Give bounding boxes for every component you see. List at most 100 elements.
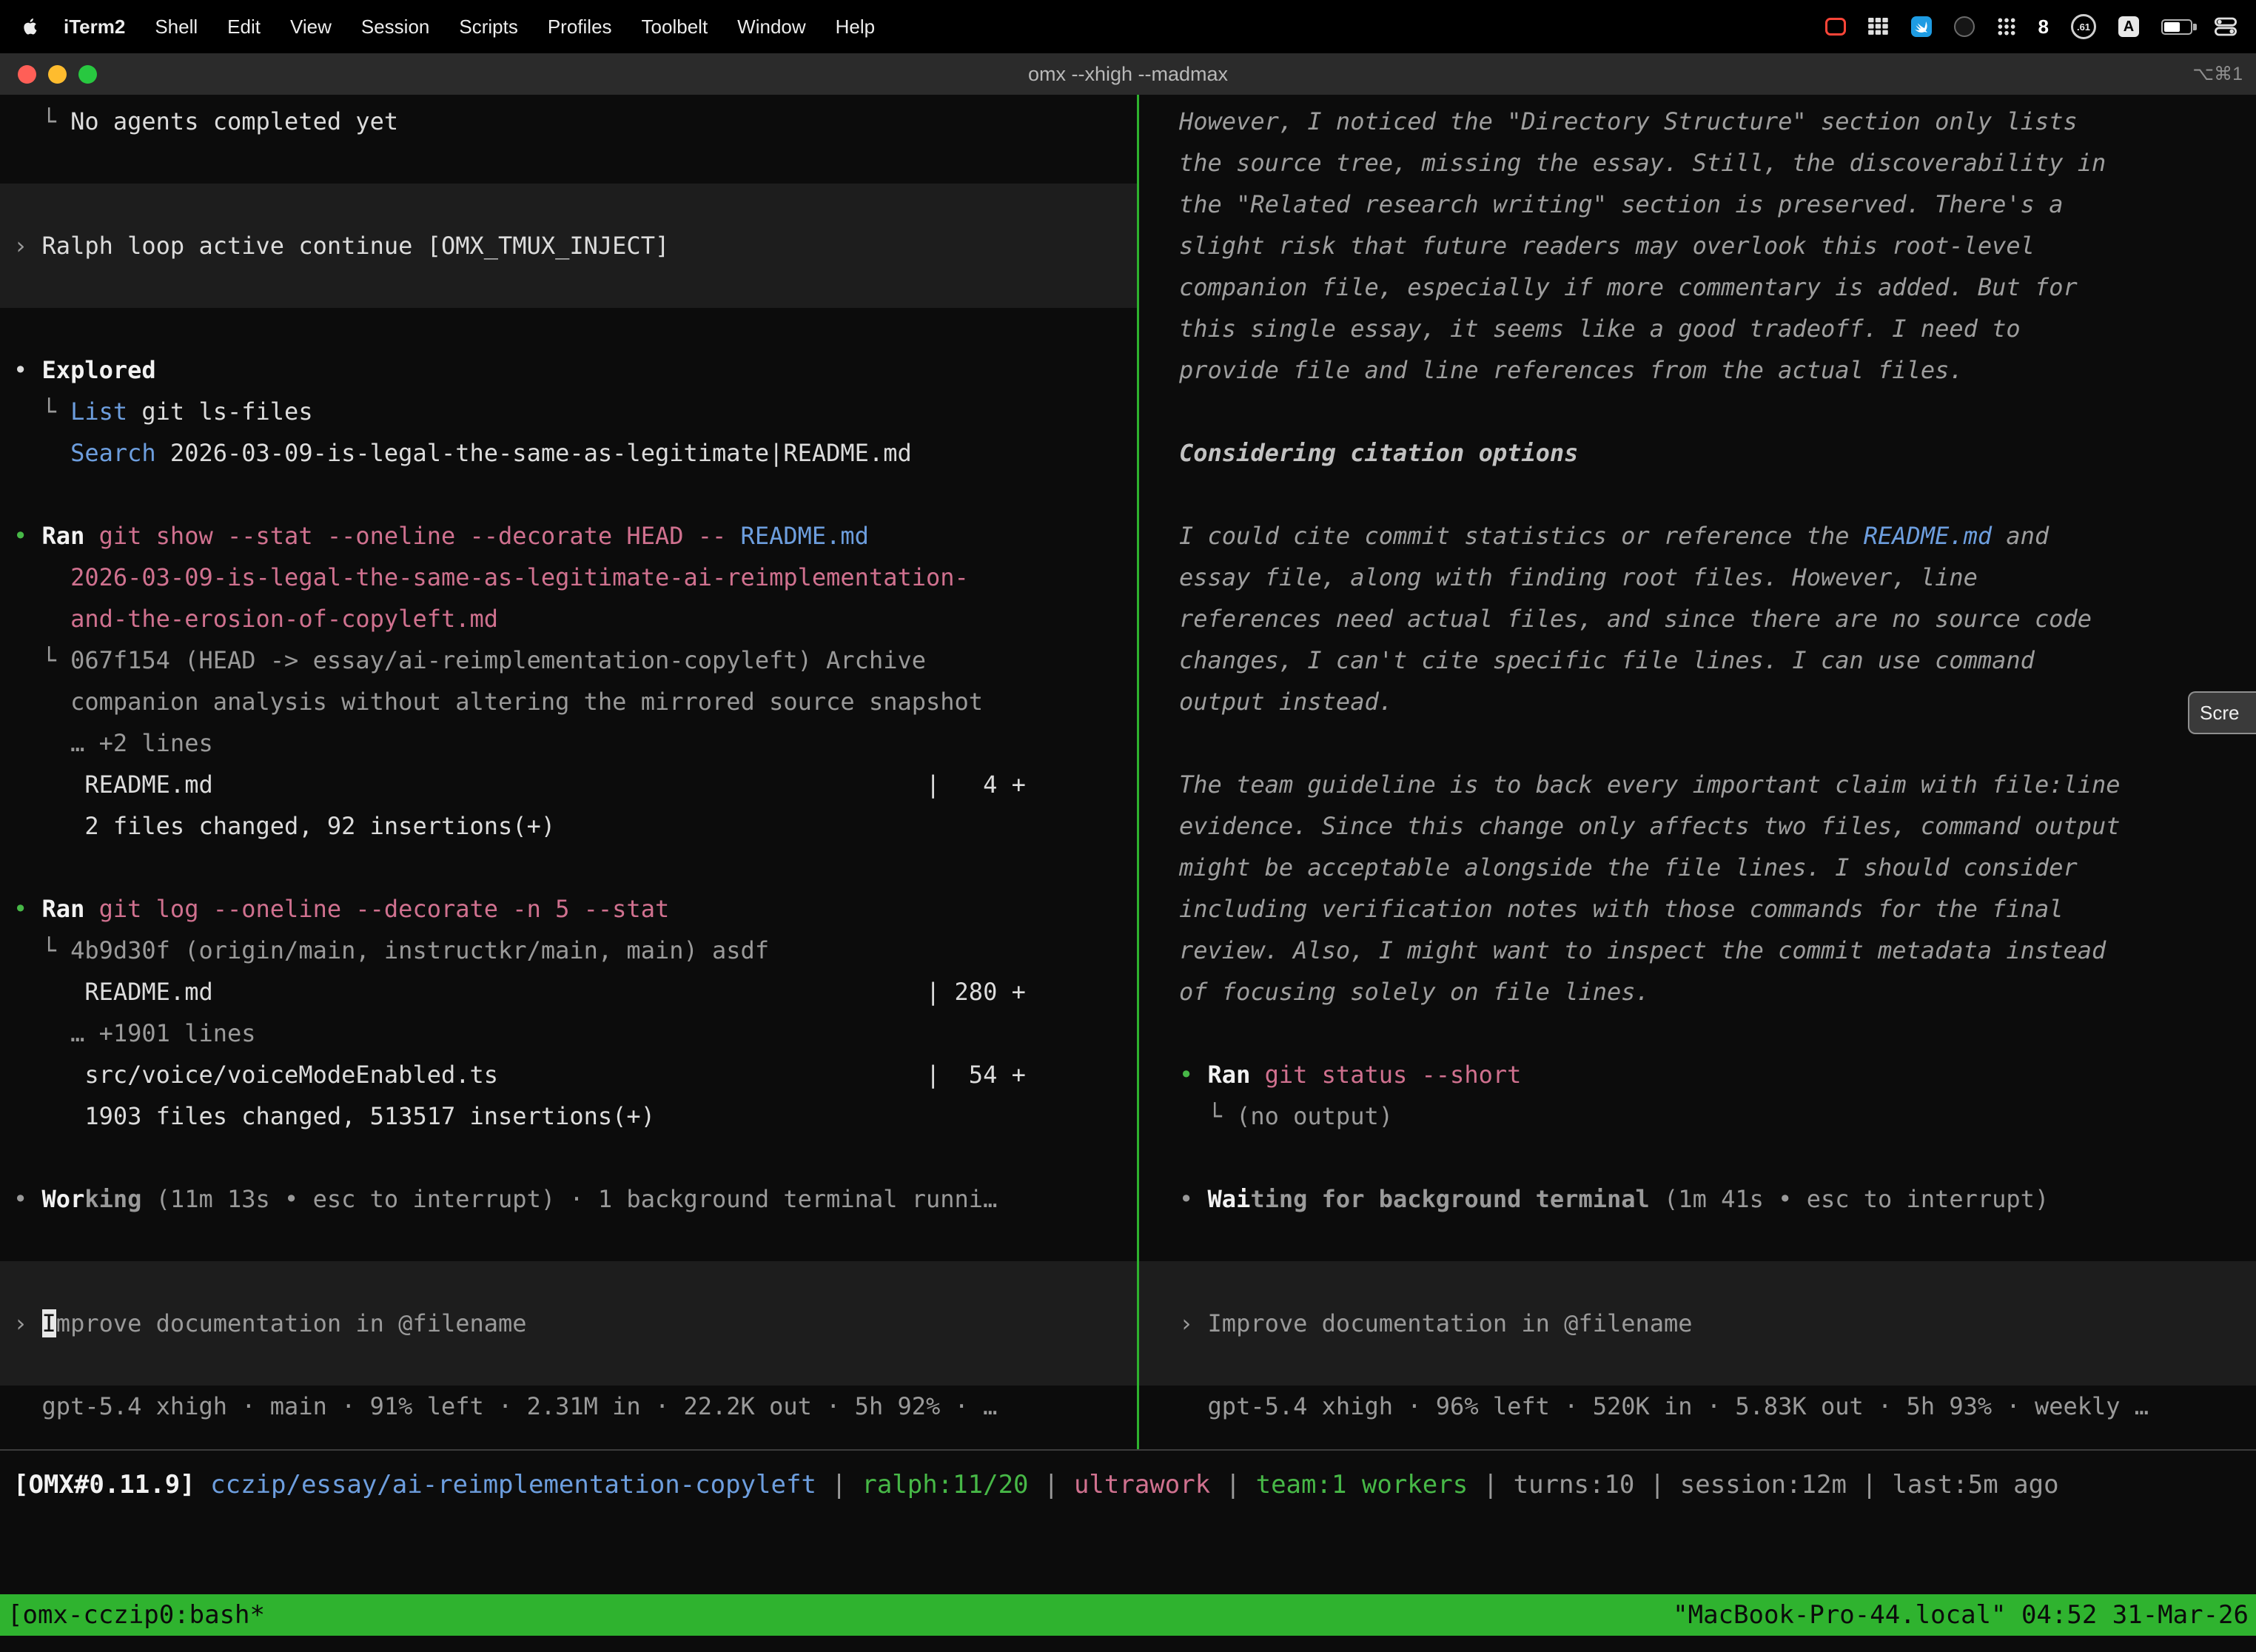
text-segment: 067f154 (HEAD -> essay/ai-reimplementati… <box>70 646 926 674</box>
terminal-line: provide file and line references from th… <box>1139 349 2256 391</box>
terminal-line: 1903 files changed, 513517 insertions(+) <box>0 1095 1137 1137</box>
text-segment: 2 files changed, 92 insertions(+) <box>13 812 555 840</box>
input-source-icon[interactable]: A <box>2118 16 2139 37</box>
text-segment: review. Also, I might want to inspect th… <box>1179 936 2106 964</box>
menu-toolbelt[interactable]: Toolbelt <box>627 16 723 38</box>
terminal-line: … +1901 lines <box>0 1013 1137 1054</box>
dots-grid-icon[interactable] <box>1997 17 2016 36</box>
blue-app-icon[interactable] <box>1911 16 1932 37</box>
tmux-status-bar: [omx-cczip0:bash* "MacBook-Pro-44.local"… <box>0 1594 2256 1636</box>
text-segment: git ls-files <box>127 397 312 426</box>
text-segment <box>13 439 70 467</box>
close-window-button[interactable] <box>18 65 36 84</box>
text-segment <box>195 1470 210 1500</box>
terminal-line: └ 4b9d30f (origin/main, instructkr/main,… <box>0 930 1137 971</box>
terminal-line <box>0 1137 1137 1178</box>
terminal-line <box>1139 1013 2256 1054</box>
menu-iterm2[interactable]: iTerm2 <box>49 16 140 38</box>
terminal-line: output instead. <box>1139 681 2256 722</box>
text-segment: Search <box>70 439 156 467</box>
text-segment: 2026-03-09-is-legal-the-same-as-legitima… <box>156 439 912 467</box>
terminal-line: review. Also, I might want to inspect th… <box>1139 930 2256 971</box>
terminal-line <box>0 308 1137 349</box>
menu-bar-left: iTerm2ShellEditViewSessionScriptsProfile… <box>0 16 890 38</box>
terminal-line <box>0 847 1137 888</box>
window-shortcut-badge: ⌥⌘1 <box>2192 63 2243 85</box>
terminal-line: › Ralph loop active continue [OMX_TMUX_I… <box>0 225 1137 266</box>
bottom-gap <box>0 1636 2256 1652</box>
prompt-input[interactable]: › Improve documentation in @filename <box>0 1261 1137 1386</box>
menu-window[interactable]: Window <box>722 16 820 38</box>
menu-edit[interactable]: Edit <box>212 16 275 38</box>
text-segment: team:1 workers <box>1256 1470 1468 1500</box>
tmux-host-clock: "MacBook-Pro-44.local" 04:52 31-Mar-26 <box>1673 1600 2249 1630</box>
text-segment: | <box>1847 1470 1892 1500</box>
screen-share-notice[interactable]: Scre <box>2188 691 2256 734</box>
text-segment <box>13 563 70 591</box>
prompt-input[interactable]: › Improve documentation in @filename <box>1139 1261 2256 1386</box>
dark-app-icon[interactable] <box>1954 16 1975 37</box>
explored-header: • Explored <box>0 349 1137 391</box>
text-segment: I could cite commit statistics or refere… <box>1179 522 1864 550</box>
terminal-line: essay file, along with finding root file… <box>1139 557 2256 598</box>
traffic-lights <box>0 65 97 84</box>
ralph-loop-banner: › Ralph loop active continue [OMX_TMUX_I… <box>0 184 1137 308</box>
menu-session[interactable]: Session <box>346 16 445 38</box>
text-segment: 1903 files changed, 513517 insertions(+) <box>13 1102 655 1130</box>
text-segment: including verification notes with those … <box>1179 895 2063 923</box>
battery-gauge-icon[interactable]: .61 <box>2071 14 2096 39</box>
text-segment: this single essay, it seems like a good … <box>1179 315 2021 343</box>
text-segment: turns:10 <box>1514 1470 1635 1500</box>
terminal-line: └ (no output) <box>1139 1095 2256 1137</box>
terminal-line <box>1139 722 2256 764</box>
tmux-session-label: [omx-cczip0:bash* <box>7 1600 265 1630</box>
text-segment: › <box>1179 1309 1208 1337</box>
agents-status-line: └ No agents completed yet <box>0 101 1137 142</box>
terminal-line <box>1139 391 2256 432</box>
terminal-line: slight risk that future readers may over… <box>1139 225 2256 266</box>
text-segment: › <box>13 1309 42 1337</box>
text-segment: README.md <box>1864 522 1992 550</box>
text-segment: gpt-5.4 xhigh · 96% left · 520K in · 5.8… <box>1179 1392 2149 1420</box>
text-segment: 2026-03-09-is-legal-the-same-as-legitima… <box>70 563 969 591</box>
terminal-line: I could cite commit statistics or refere… <box>1139 515 2256 557</box>
screen-record-icon[interactable] <box>1825 18 1846 36</box>
grid-icon[interactable] <box>1868 18 1889 36</box>
terminal-line: └ List git ls-files <box>0 391 1137 432</box>
left-terminal-pane[interactable]: └ No agents completed yet › Ralph loop ac… <box>0 95 1137 1449</box>
terminal-line: The team guideline is to back every impo… <box>1139 764 2256 805</box>
text-segment <box>13 605 70 633</box>
text-segment: • <box>13 895 42 923</box>
text-segment <box>84 895 98 923</box>
apple-menu-icon[interactable] <box>21 17 40 36</box>
menu-shell[interactable]: Shell <box>140 16 212 38</box>
text-segment <box>1250 1061 1264 1089</box>
menu-bar: iTerm2ShellEditViewSessionScriptsProfile… <box>0 0 2256 53</box>
menubar-status-icons: 8 .61 A <box>1825 14 2256 39</box>
menu-profiles[interactable]: Profiles <box>533 16 627 38</box>
text-segment: └ <box>1179 1102 1236 1130</box>
text-segment: … +2 lines <box>13 729 213 757</box>
battery-icon[interactable] <box>2161 19 2192 35</box>
tool-call-line: • Ran git status --short <box>1139 1054 2256 1095</box>
keyboard-layout-icon[interactable]: 8 <box>2038 16 2049 38</box>
menu-view[interactable]: View <box>275 16 346 38</box>
menu-help[interactable]: Help <box>821 16 890 38</box>
terminal-line <box>1139 474 2256 515</box>
text-segment: git log --oneline --decorate -n 5 --stat <box>99 895 670 923</box>
minimize-window-button[interactable] <box>48 65 67 84</box>
terminal-line <box>0 142 1137 184</box>
control-center-icon[interactable] <box>2215 17 2237 36</box>
right-terminal-pane[interactable]: However, I noticed the "Directory Struct… <box>1139 95 2256 1449</box>
menu-scripts[interactable]: Scripts <box>444 16 532 38</box>
text-segment: Improve documentation in @filename <box>1208 1309 1693 1337</box>
text-segment: (1m 41s • esc to interrupt) <box>1650 1185 2049 1213</box>
text-segment: README.md | 4 + <box>13 770 1026 799</box>
window-titlebar[interactable]: omx --xhigh --madmax ⌥⌘1 <box>0 53 2256 95</box>
text-segment: cczip/essay/ai-reimplementation-copyleft <box>210 1470 816 1500</box>
terminal-line: of focusing solely on file lines. <box>1139 971 2256 1013</box>
terminal-line: references need actual files, and since … <box>1139 598 2256 639</box>
zoom-window-button[interactable] <box>78 65 97 84</box>
text-segment: Considering citation options <box>1179 439 1578 467</box>
text-segment: README.md | 280 + <box>13 978 1026 1006</box>
